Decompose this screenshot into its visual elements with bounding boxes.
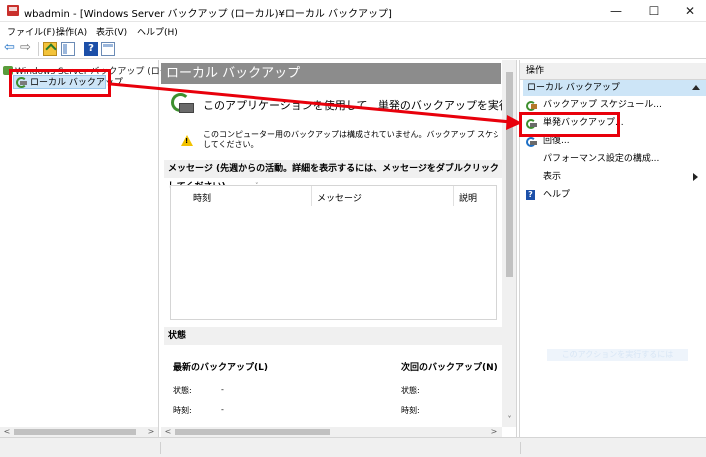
column-header-time[interactable]: 時刻	[193, 191, 211, 204]
status-cell	[520, 442, 706, 454]
menu-help[interactable]: ヘルプ(H)	[137, 25, 178, 38]
scroll-thumb[interactable]	[14, 429, 136, 435]
page-title: ローカル バックアップ	[161, 63, 501, 84]
scroll-thumb[interactable]	[506, 72, 513, 277]
tree-pane: Windows Server バックアップ (ローカル) ローカル バックアップ…	[0, 60, 190, 437]
warning-line-1: このコンピューター用のバックアップは構成されていません。バックアップ スケジュー…	[203, 130, 498, 139]
minimize-button[interactable]: —	[598, 0, 634, 22]
last-time-value: -	[221, 405, 224, 414]
show-action-pane-icon[interactable]	[101, 42, 115, 56]
up-folder-icon[interactable]	[43, 42, 57, 56]
title-bar: wbadmin - [Windows Server バックアップ (ローカル)¥…	[0, 0, 706, 22]
faint-action-button: このアクションを実行するには	[547, 349, 688, 361]
messages-table[interactable]: ˅ 時刻 メッセージ 説明	[170, 182, 497, 320]
messages-section-header: メッセージ (先週からの活動。詳細を表示するには、メッセージをダブルクリックして…	[164, 160, 502, 192]
help-icon: ?	[526, 190, 535, 200]
action-configure-performance[interactable]: パフォーマンス設定の構成...	[526, 151, 702, 167]
warning-mark: !	[185, 137, 189, 145]
menu-view[interactable]: 表示(V)	[96, 25, 127, 38]
forward-arrow-icon[interactable]: ⇨	[20, 41, 34, 56]
intro-text: このアプリケーションを使用して、単発のバックアップを実行したり、定	[203, 99, 516, 112]
help-icon[interactable]: ?	[84, 42, 98, 56]
action-help[interactable]: ? ヘルプ	[526, 187, 702, 203]
menu-bar: ファイル(F) 操作(A) 表示(V) ヘルプ(H)	[0, 22, 706, 39]
show-hide-tree-icon[interactable]	[61, 42, 75, 56]
status-section-header: 状態	[164, 327, 502, 345]
last-backup-title: 最新のバックアップ(L)	[173, 363, 268, 373]
status-cell	[160, 442, 520, 454]
warning-line-2: してください。	[203, 140, 259, 149]
action-label: ヘルプ	[543, 190, 571, 200]
collapse-caret-icon[interactable]	[692, 85, 700, 90]
scroll-thumb[interactable]	[175, 429, 330, 435]
backup-schedule-icon	[526, 100, 537, 111]
next-backup-title: 次回のバックアップ(N)	[401, 363, 498, 373]
column-divider	[311, 186, 312, 206]
column-divider	[453, 186, 454, 206]
column-header-description[interactable]: 説明	[459, 191, 477, 204]
content-horizontal-scrollbar[interactable]: < >	[161, 427, 502, 437]
action-backup-schedule[interactable]: バックアップ スケジュール...	[526, 97, 702, 113]
actions-group-local-backup[interactable]: ローカル バックアップ	[523, 80, 706, 96]
actions-title: 操作	[520, 63, 706, 80]
action-view[interactable]: 表示	[526, 169, 702, 185]
scroll-left-arrow[interactable]: <	[163, 427, 173, 437]
column-header-message[interactable]: メッセージ	[317, 191, 362, 204]
status-strip	[0, 437, 706, 457]
maximize-button[interactable]: ☐	[636, 0, 672, 22]
window-title: wbadmin - [Windows Server バックアップ (ローカル)¥…	[24, 9, 392, 20]
action-label: バックアップ スケジュール...	[543, 100, 662, 110]
local-backup-large-icon	[171, 91, 194, 113]
sort-indicator: ˅	[255, 182, 259, 190]
submenu-arrow-icon	[693, 173, 698, 181]
recover-icon	[526, 136, 537, 147]
tree-horizontal-scrollbar[interactable]: < >	[0, 427, 158, 437]
last-status-label: 状態:	[173, 386, 192, 395]
next-time-label: 時刻:	[401, 406, 420, 415]
highlight-tree-item	[9, 69, 111, 97]
menu-file[interactable]: ファイル(F)	[7, 25, 55, 38]
scroll-down-arrow[interactable]: ˅	[502, 415, 516, 427]
app-icon	[7, 5, 19, 16]
action-label: パフォーマンス設定の構成...	[543, 154, 660, 164]
actions-group-label: ローカル バックアップ	[527, 83, 620, 93]
next-status-label: 状態:	[401, 386, 420, 395]
toolbar: ⇦ ⇨ ?	[0, 39, 706, 59]
scroll-right-arrow[interactable]: >	[146, 427, 156, 437]
scroll-right-arrow[interactable]: >	[489, 427, 499, 437]
scroll-left-arrow[interactable]: <	[2, 427, 12, 437]
back-arrow-icon[interactable]: ⇦	[4, 41, 18, 56]
content-pane: ローカル バックアップ このアプリケーションを使用して、単発のバックアップを実行…	[161, 60, 517, 437]
content-vertical-scrollbar[interactable]: ˅	[502, 60, 516, 427]
highlight-backup-once	[519, 112, 620, 137]
toolbar-separator	[38, 42, 39, 56]
menu-action[interactable]: 操作(A)	[56, 25, 87, 38]
action-label: 表示	[543, 172, 562, 182]
last-status-value: -	[221, 385, 224, 394]
last-time-label: 時刻:	[173, 406, 192, 415]
warning-text: このコンピューター用のバックアップは構成されていません。バックアップ スケジュー…	[203, 130, 498, 150]
close-button[interactable]: ✕	[672, 0, 706, 22]
